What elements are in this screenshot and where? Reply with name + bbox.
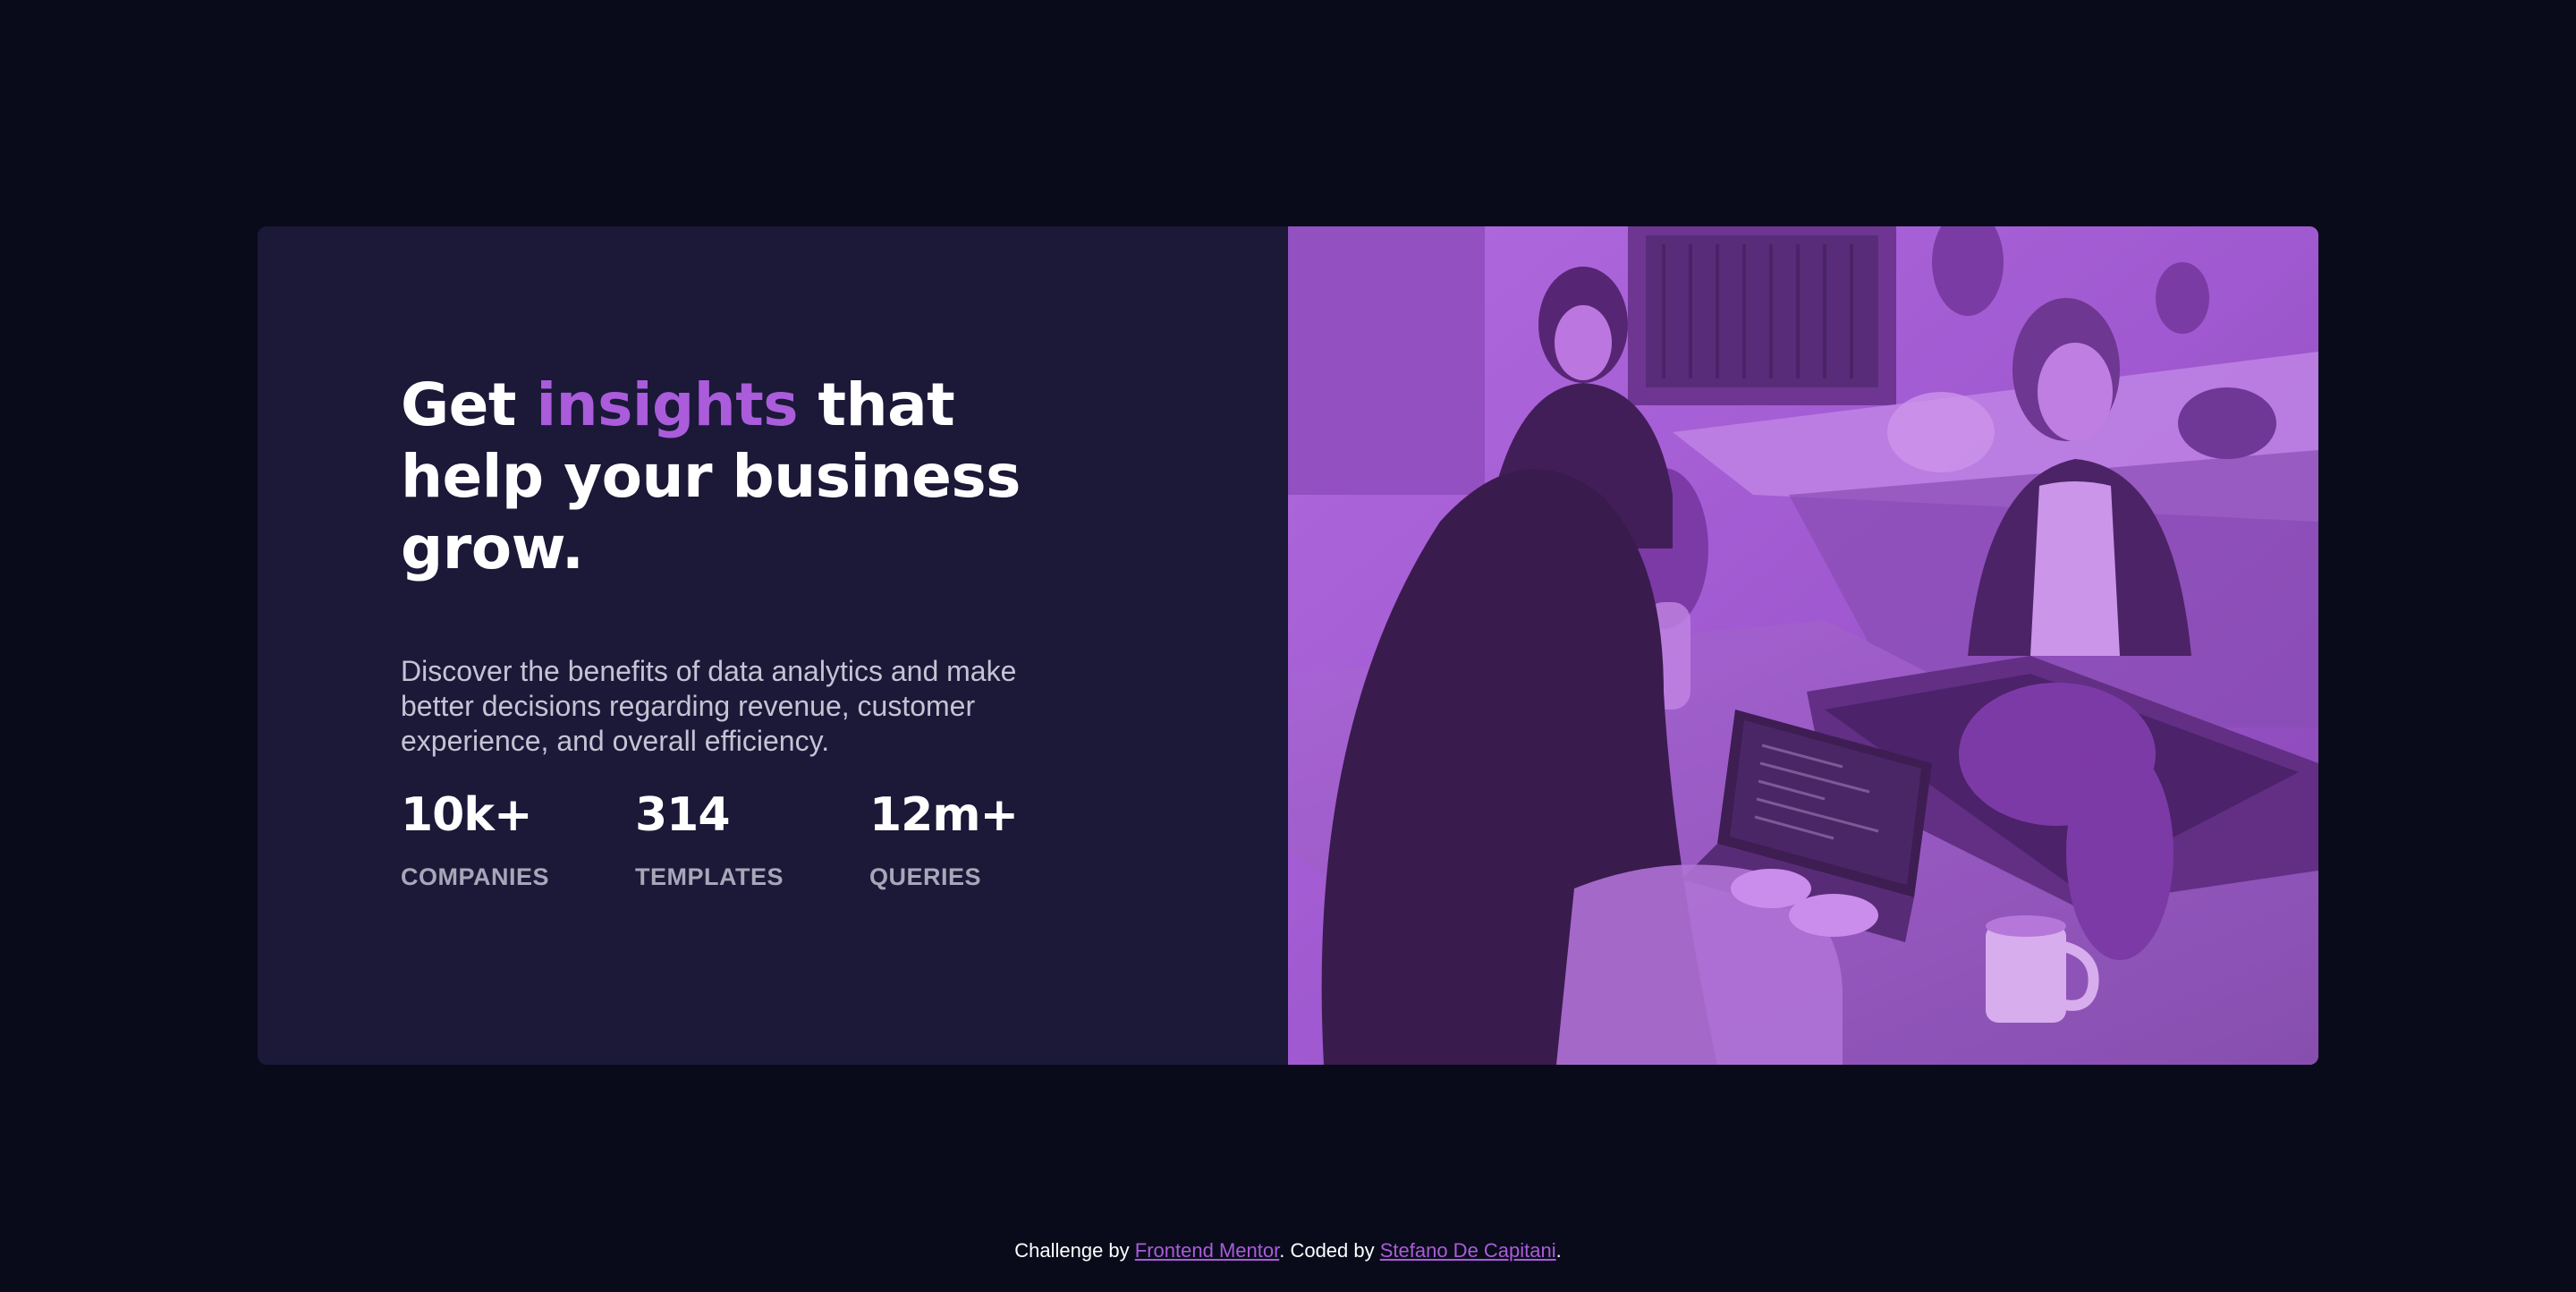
stats-preview-card: Get insights that help your business gro… (258, 226, 2318, 1065)
stat-label: QUERIES (869, 863, 982, 890)
stat-label: COMPANIES (401, 863, 550, 890)
stats-row: 10k+ COMPANIES 314 TEMPLATES 12m+ QUERIE… (401, 788, 1104, 891)
office-photo (1288, 226, 2318, 1065)
headline-accent: insights (536, 370, 799, 439)
stat-label: TEMPLATES (635, 863, 784, 890)
stat-value: 12m+ (869, 788, 1019, 842)
attribution-footer: Challenge by Frontend Mentor. Coded by S… (0, 1239, 2576, 1262)
office-photo-illustration (1288, 226, 2318, 1065)
description: Discover the benefits of data analytics … (401, 655, 1017, 757)
headline: Get insights that help your business gro… (401, 370, 1080, 584)
footer-prefix: Challenge by (1014, 1239, 1135, 1262)
stat-value: 10k+ (401, 788, 533, 842)
footer-suffix: . (1555, 1239, 1562, 1262)
stat-value: 314 (635, 788, 731, 842)
stat-queries: 12m+ QUERIES (869, 788, 1104, 891)
frontend-mentor-link[interactable]: Frontend Mentor (1135, 1239, 1279, 1262)
headline-pre: Get (401, 370, 537, 439)
card-text-section: Get insights that help your business gro… (258, 226, 1288, 1065)
author-link[interactable]: Stefano De Capitani (1380, 1239, 1556, 1262)
footer-middle: . Coded by (1279, 1239, 1380, 1262)
stat-templates: 314 TEMPLATES (635, 788, 869, 891)
stat-companies: 10k+ COMPANIES (401, 788, 635, 891)
